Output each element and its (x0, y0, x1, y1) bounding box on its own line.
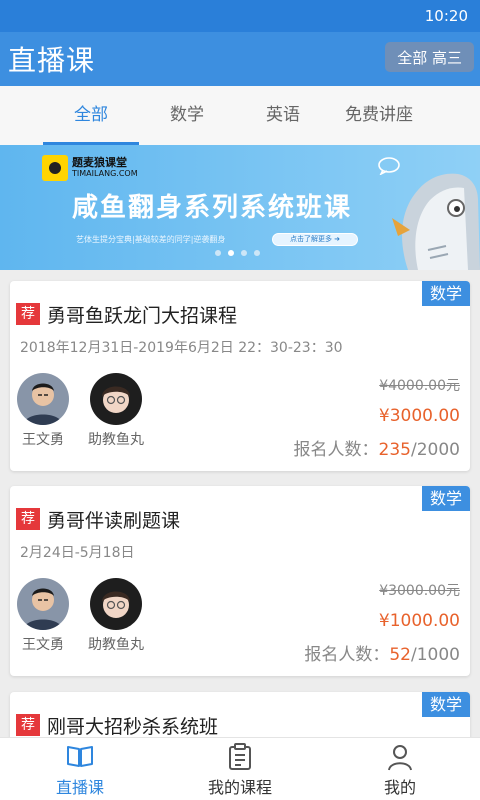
banner-subtitle: 艺体生提分宝典|基础较差的同学|逆袭翻身 (76, 235, 226, 244)
course-title: 勇哥鱼跃龙门大招课程 (47, 305, 238, 327)
assistant-name: 助教鱼丸 (88, 432, 144, 448)
teacher-avatar (17, 578, 69, 630)
enrollment-count: 报名人数：52/1000 (304, 640, 460, 665)
enrolled-number: 235 (378, 440, 411, 460)
enroll-label: 报名人数： (304, 645, 390, 665)
assistant: 助教鱼丸 (77, 578, 155, 654)
course-title: 勇哥伴读刷题课 (47, 510, 181, 532)
brand-url: TIMAILANG.COM (72, 169, 138, 178)
assistant-avatar (90, 373, 142, 425)
banner-learn-more-button[interactable]: 点击了解更多 ➜ (272, 233, 358, 246)
enrollment-count: 报名人数：235/2000 (294, 435, 460, 460)
nav-my-courses[interactable]: 我的课程 (160, 738, 320, 800)
course-date: 2018年12月31日-2019年6月2日 22：30-23：30 (20, 340, 343, 356)
nav-profile[interactable]: 我的 (320, 738, 480, 800)
subject-tabs: 全部 数学 英语 免费讲座 (0, 86, 480, 145)
current-price: ¥3000.00 (378, 406, 460, 426)
teacher: 王文勇 (10, 578, 82, 654)
original-price: ¥4000.00元 (379, 378, 460, 394)
grade-filter-button[interactable]: 全部 高三 (385, 42, 474, 72)
page-title: 直播课 (8, 44, 96, 77)
tab-math[interactable]: 数学 (139, 86, 235, 145)
enroll-capacity: /1000 (411, 645, 460, 665)
course-card[interactable]: 数学 荐 勇哥鱼跃龙门大招课程 2018年12月31日-2019年6月2日 22… (10, 281, 470, 471)
enroll-capacity: /2000 (411, 440, 460, 460)
pager-dot (254, 250, 260, 256)
grade-filter-label: 全部 高三 (397, 48, 462, 67)
assistant-avatar (90, 578, 142, 630)
book-open-icon (67, 746, 93, 767)
recommend-badge: 荐 (16, 714, 40, 736)
assistant-name: 助教鱼丸 (88, 637, 144, 653)
course-date: 2月24日-5月18日 (20, 545, 135, 561)
wolf-logo-icon (42, 155, 68, 181)
pager-dot-active (228, 250, 234, 256)
status-bar: 10:20 (0, 0, 480, 32)
course-card[interactable]: 数学 荐 勇哥伴读刷题课 2月24日-5月18日 王文勇 助教鱼丸 ¥3000.… (10, 486, 470, 676)
assistant: 助教鱼丸 (77, 373, 155, 449)
subject-tag: 数学 (422, 486, 470, 511)
current-price: ¥1000.00 (378, 611, 460, 631)
teacher: 王文勇 (10, 373, 82, 449)
app-bar: 直播课 全部 高三 (0, 32, 480, 86)
teacher-name: 王文勇 (22, 637, 64, 653)
salted-fish-illustration (392, 173, 480, 270)
nav-live-courses[interactable]: 直播课 (0, 738, 160, 800)
enroll-label: 报名人数： (293, 440, 379, 460)
brand-name: 题麦狼课堂 (72, 156, 127, 169)
recommend-badge: 荐 (16, 508, 40, 530)
original-price: ¥3000.00元 (379, 583, 460, 599)
teacher-name: 王文勇 (22, 432, 64, 448)
user-icon (388, 745, 412, 771)
recommend-badge: 荐 (16, 303, 40, 325)
banner-pager (215, 250, 260, 256)
nav-label: 我的课程 (207, 778, 272, 797)
pager-dot (241, 250, 247, 256)
clipboard-icon (229, 743, 251, 770)
nav-label: 我的 (383, 778, 416, 797)
tab-all[interactable]: 全部 (43, 86, 139, 145)
banner-title: 咸鱼翻身系列系统班课 (72, 193, 353, 223)
subject-tag: 数学 (422, 692, 470, 717)
enrolled-number: 52 (389, 645, 411, 665)
teacher-avatar (17, 373, 69, 425)
pager-dot (215, 250, 221, 256)
tab-free-lecture[interactable]: 免费讲座 (331, 86, 427, 145)
course-title: 刚哥大招秒杀系统班 (47, 716, 219, 738)
nav-label: 直播课 (55, 778, 104, 797)
status-time: 10:20 (424, 7, 468, 25)
subject-tag: 数学 (422, 281, 470, 306)
tab-english[interactable]: 英语 (235, 86, 331, 145)
bottom-nav: 直播课 我的课程 我的 (0, 737, 480, 800)
